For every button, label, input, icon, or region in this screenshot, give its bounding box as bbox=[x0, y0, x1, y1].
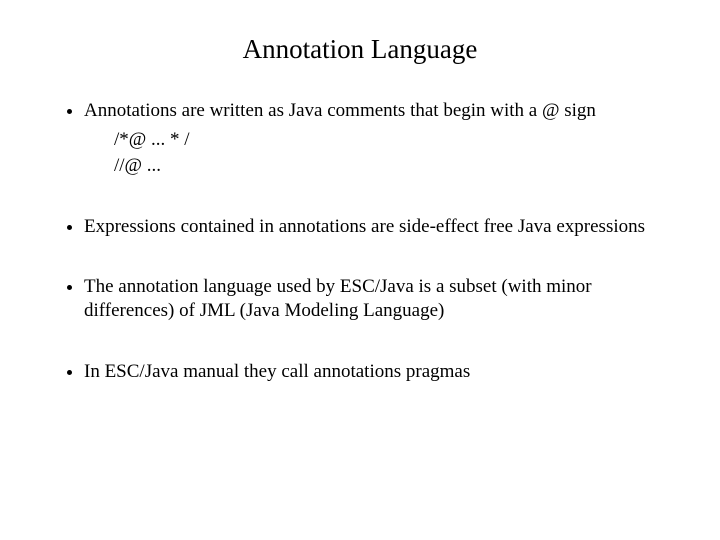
bullet-4-text: In ESC/Java manual they call annotations… bbox=[84, 361, 470, 382]
bullet-2-text: Expressions contained in annotations are… bbox=[84, 216, 645, 237]
slide-title: Annotation Language bbox=[50, 34, 670, 65]
bullet-1-code-line-1: /*@ ... * / bbox=[114, 127, 670, 153]
bullet-1-code-line-2: //@ ... bbox=[114, 153, 670, 179]
bullet-list: Annotations are written as Java comments… bbox=[50, 99, 670, 384]
bullet-2: Expressions contained in annotations are… bbox=[84, 215, 670, 239]
bullet-3-text: The annotation language used by ESC/Java… bbox=[84, 276, 592, 321]
bullet-1: Annotations are written as Java comments… bbox=[84, 99, 670, 179]
bullet-3: The annotation language used by ESC/Java… bbox=[84, 275, 670, 324]
slide: Annotation Language Annotations are writ… bbox=[0, 0, 720, 540]
bullet-1-sublines: /*@ ... * / //@ ... bbox=[84, 127, 670, 178]
bullet-4: In ESC/Java manual they call annotations… bbox=[84, 360, 670, 384]
bullet-1-text: Annotations are written as Java comments… bbox=[84, 100, 596, 121]
